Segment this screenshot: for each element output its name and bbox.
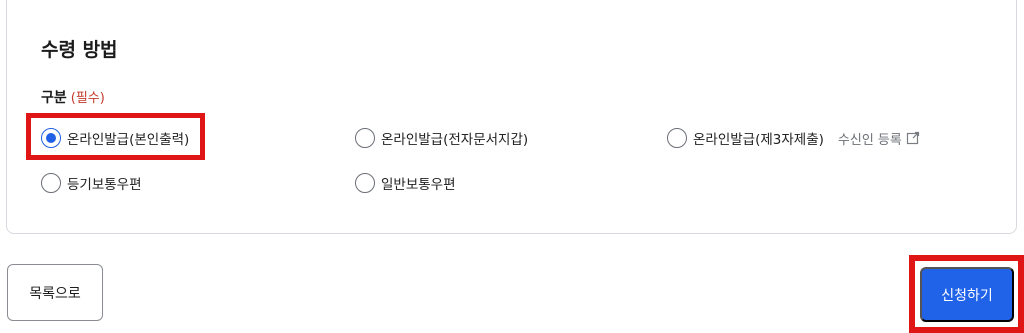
- field-label-text: 구분: [41, 90, 67, 106]
- radio-icon[interactable]: [41, 173, 61, 193]
- external-link-icon: [906, 131, 919, 145]
- back-to-list-button[interactable]: 목록으로: [7, 264, 103, 321]
- option-label: 등기보통우편: [67, 177, 142, 193]
- recipient-register-label: 수신인 등록: [837, 132, 902, 148]
- option-label: 온라인발급(제3자제출): [693, 132, 824, 148]
- recipient-register-link[interactable]: 수신인 등록: [838, 129, 920, 148]
- apply-button[interactable]: 신청하기: [920, 267, 1014, 322]
- receipt-method-card: 수령 방법 구분 (필수) 온라인발급(본인출력) 온라인발급(전자문서지갑) 온…: [6, 0, 1017, 234]
- option-label: 일반보통우편: [381, 177, 456, 193]
- radio-icon[interactable]: [355, 173, 375, 193]
- option-regular-mail[interactable]: 일반보통우편: [355, 171, 456, 195]
- section-title: 수령 방법: [41, 39, 118, 61]
- option-online-third-party[interactable]: 온라인발급(제3자제출) 수신인 등록: [667, 126, 920, 150]
- option-online-self-print[interactable]: 온라인발급(본인출력): [41, 126, 189, 150]
- option-online-e-wallet[interactable]: 온라인발급(전자문서지갑): [355, 126, 528, 150]
- radio-icon[interactable]: [355, 128, 375, 148]
- required-indicator: (필수): [70, 91, 105, 106]
- option-label: 온라인발급(전자문서지갑): [381, 132, 529, 148]
- option-label: 온라인발급(본인출력): [67, 132, 190, 148]
- field-label: 구분 (필수): [41, 87, 105, 107]
- option-registered-mail[interactable]: 등기보통우편: [41, 171, 142, 195]
- radio-checked-icon[interactable]: [41, 128, 61, 148]
- radio-icon[interactable]: [667, 128, 687, 148]
